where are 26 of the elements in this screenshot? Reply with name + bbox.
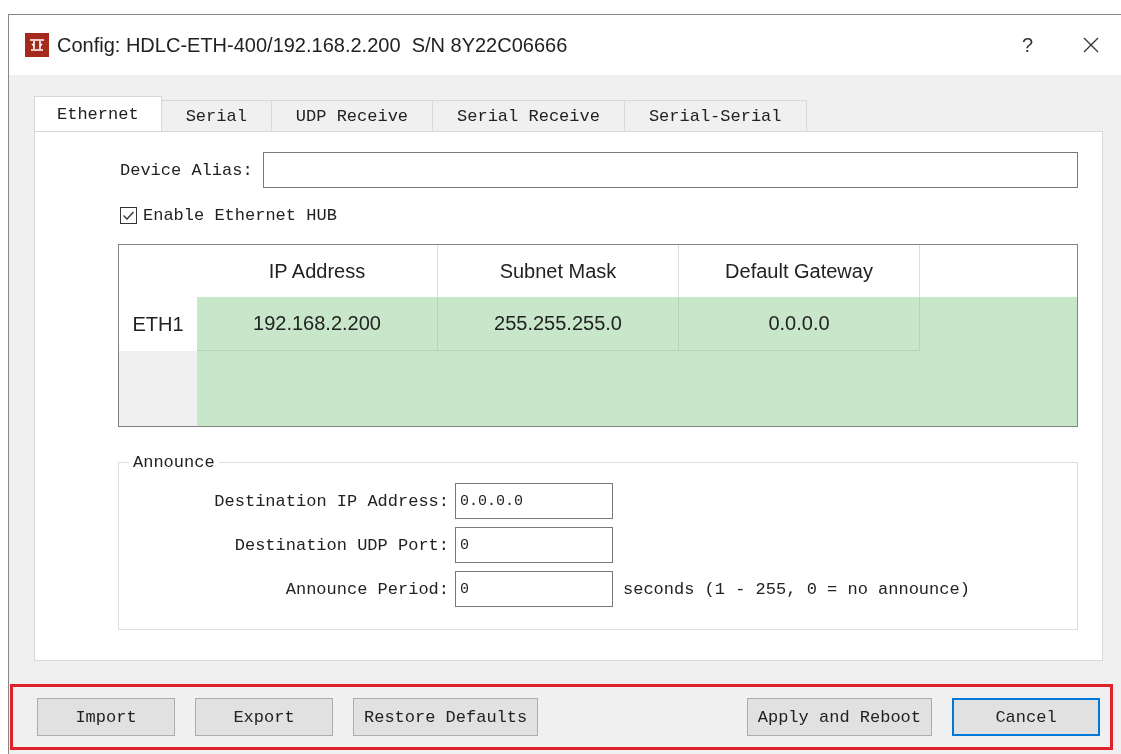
table-cell[interactable]: 0.0.0.0 <box>679 297 920 351</box>
field-label: Destination IP Address: <box>213 491 450 511</box>
dialog-button[interactable]: Restore Defaults <box>353 698 539 736</box>
group-title: Announce <box>132 453 216 472</box>
input-field[interactable]: 0 <box>455 571 613 607</box>
hint-text: seconds (1 - 255, 0 = no announce) <box>623 579 970 599</box>
field-label: Destination UDP Port: <box>233 535 450 555</box>
help-button[interactable]: ? <box>1021 33 1033 57</box>
dialog-button[interactable]: Import <box>37 698 175 736</box>
dialog-button[interactable]: Apply and Reboot <box>746 698 932 736</box>
field-label: Announce Period: <box>284 579 450 599</box>
dialog-button[interactable]: Cancel <box>952 698 1100 736</box>
checkbox-label: Enable Ethernet HUB <box>143 206 337 225</box>
input-field[interactable]: 0.0.0.0 <box>455 483 613 519</box>
window-title: Config: HDLC-ETH-400/192.168.2.200 S/N 8Y22C06666 <box>57 33 569 57</box>
app-logo-icon <box>25 33 49 57</box>
input-field[interactable]: 0 <box>455 527 613 563</box>
table-cell[interactable]: 255.255.255.0 <box>438 297 679 351</box>
tab[interactable]: Ethernet <box>34 96 162 131</box>
tab[interactable]: Serial-Serial <box>623 100 807 131</box>
dialog-button[interactable]: Export <box>195 698 333 736</box>
table-cell[interactable]: 192.168.2.200 <box>197 297 438 351</box>
close-icon[interactable] <box>1083 37 1099 53</box>
checkbox[interactable] <box>120 207 137 224</box>
input-field[interactable] <box>262 152 1078 188</box>
field-label: Device Alias: <box>120 160 253 180</box>
